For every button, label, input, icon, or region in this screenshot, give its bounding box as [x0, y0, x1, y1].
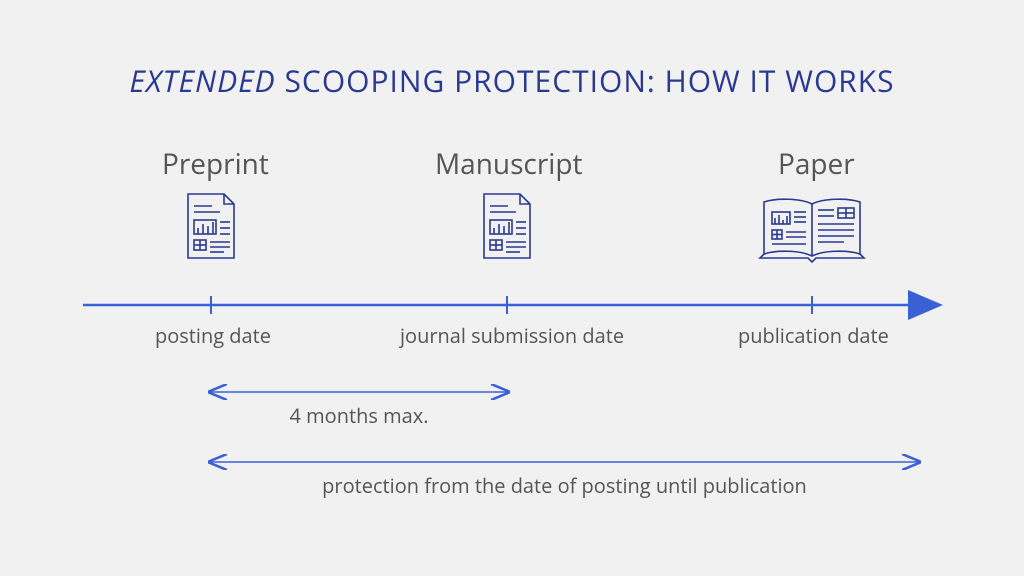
page-title: EXTENDED SCOOPING PROTECTION: HOW IT WOR… — [0, 60, 1024, 101]
stage-label-paper: Paper — [778, 145, 855, 183]
span-label-protection: protection from the date of posting unti… — [211, 472, 918, 499]
tick-label-publication-date: publication date — [738, 322, 889, 349]
span-label-4-months: 4 months max. — [211, 402, 507, 429]
title-emphasis: EXTENDED — [129, 60, 275, 101]
title-rest: SCOOPING PROTECTION: HOW IT WORKS — [276, 60, 895, 101]
document-icon — [480, 192, 534, 262]
document-icon — [184, 192, 238, 262]
span-arrow-4-months — [0, 382, 1024, 402]
tick-label-posting-date: posting date — [155, 322, 271, 349]
timeline-axis — [0, 290, 1024, 320]
span-arrow-protection — [0, 452, 1024, 472]
stage-label-preprint: Preprint — [162, 145, 269, 183]
open-book-icon — [756, 196, 868, 266]
stage-label-manuscript: Manuscript — [435, 145, 582, 183]
tick-label-submission-date: journal submission date — [400, 322, 624, 349]
